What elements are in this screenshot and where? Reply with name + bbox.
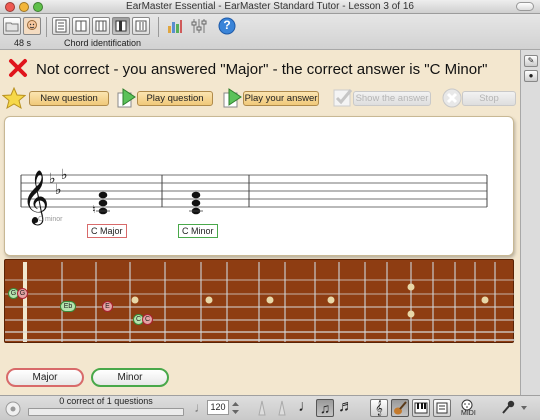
- microphone-dropdown-icon[interactable]: [520, 404, 528, 412]
- incorrect-x-icon: [9, 59, 27, 77]
- chord-caption: C minor: [38, 216, 63, 223]
- timer-label: 48 s: [14, 38, 32, 48]
- statistics-icon[interactable]: [166, 17, 184, 35]
- toolbar-separator: [46, 17, 47, 37]
- tempo-stepper[interactable]: [231, 400, 240, 416]
- help-icon[interactable]: ?: [218, 17, 236, 35]
- piano-input-icon[interactable]: [412, 399, 430, 417]
- exercise-type-label: Chord identification: [64, 38, 142, 48]
- metronome-icon[interactable]: [253, 399, 271, 417]
- intervals-icon[interactable]: [92, 17, 110, 35]
- keyboard-sheet-icon[interactable]: [52, 17, 70, 35]
- single-note-icon[interactable]: ♩: [298, 398, 314, 416]
- answer-minor-button[interactable]: Minor: [91, 368, 169, 387]
- side-panel: ✎ ●: [520, 50, 540, 395]
- svg-text:♮: ♮: [92, 203, 96, 216]
- svg-text:♭: ♭: [61, 167, 68, 183]
- play-question-button[interactable]: Play question: [137, 91, 213, 106]
- window-title: EarMaster Essential - EarMaster Standard…: [126, 1, 414, 12]
- status-bar: 0 correct of 1 questions ♩ 120 ♩ ♫ ♬ 𝄞 M…: [0, 395, 540, 420]
- user-answer-tag: C Major: [87, 224, 127, 238]
- notation-panel: 𝄞 ♭ ♭ ♭ ♮ C minor C Major C Minor: [4, 116, 514, 256]
- svg-text:♭: ♭: [55, 182, 62, 198]
- correct-chord: [189, 191, 203, 215]
- toolbar-toggle-button[interactable]: [516, 2, 534, 11]
- stop-button[interactable]: Stop: [462, 91, 516, 106]
- settings-sliders-icon[interactable]: [190, 17, 208, 35]
- fret-inlays: [131, 283, 489, 318]
- feedback-bar: Not correct - you answered "Major" - the…: [0, 53, 520, 85]
- help-icon-glyph: ?: [223, 18, 231, 32]
- quarter-note-icon: ♩: [194, 399, 208, 415]
- solfege-input-icon[interactable]: [433, 399, 451, 417]
- eye-icon[interactable]: ●: [524, 70, 538, 82]
- answer-major-button[interactable]: Major: [6, 368, 84, 387]
- play-your-answer-button[interactable]: Play your answer: [243, 91, 319, 106]
- new-question-button[interactable]: New question: [29, 91, 109, 106]
- metronome-alt-icon[interactable]: [273, 399, 291, 417]
- show-the-answer-button[interactable]: Show the answer: [353, 91, 431, 106]
- fret-note-user: C: [142, 314, 153, 325]
- exercise-area: Not correct - you answered "Major" - the…: [0, 50, 520, 395]
- fret-note-correct: Eb: [60, 301, 76, 312]
- guitar-input-icon[interactable]: [391, 399, 409, 417]
- midi-label: MIDI: [461, 410, 476, 417]
- progress-bar: [28, 408, 184, 416]
- user-chord: ♮: [92, 191, 110, 216]
- star-icon: [2, 87, 26, 109]
- control-row: New question Play question Play your ans…: [0, 87, 520, 111]
- title-bar: EarMaster Essential - EarMaster Standard…: [0, 0, 540, 14]
- play-question-icon: [117, 88, 136, 108]
- pencil-icon[interactable]: ✎: [524, 55, 538, 67]
- staff-view-icon[interactable]: [72, 17, 90, 35]
- eighth-notes-icon[interactable]: ♫: [316, 399, 334, 417]
- sixteenth-notes-icon[interactable]: ♬: [338, 398, 354, 416]
- progress-text: 0 correct of 1 questions: [59, 396, 153, 406]
- correct-answer-tag: C Minor: [178, 224, 218, 238]
- staff: 𝄞 ♭ ♭ ♭ ♮: [20, 167, 488, 225]
- guitar-fretboard: G G Eb E C C: [4, 259, 515, 343]
- microphone-icon[interactable]: [500, 399, 518, 417]
- chord-identification-icon[interactable]: [112, 17, 130, 35]
- folder-icon[interactable]: [3, 17, 21, 35]
- user-avatar-icon[interactable]: [23, 17, 41, 35]
- play-answer-icon: [223, 88, 242, 108]
- tempo-field[interactable]: 120: [207, 400, 229, 415]
- checkmark-icon: [333, 89, 353, 107]
- fret-note-correct: G: [17, 288, 28, 299]
- fret-note-user: E: [102, 301, 113, 312]
- rhythm-icon[interactable]: [132, 17, 150, 35]
- stop-icon: [442, 88, 462, 108]
- lesson-icon: [5, 401, 21, 417]
- toolbar: ? 48 s Chord identification: [0, 14, 540, 50]
- feedback-message: Not correct - you answered "Major" - the…: [36, 61, 488, 78]
- toolbar-separator: [158, 17, 159, 37]
- staff-input-icon[interactable]: 𝄞: [370, 399, 388, 417]
